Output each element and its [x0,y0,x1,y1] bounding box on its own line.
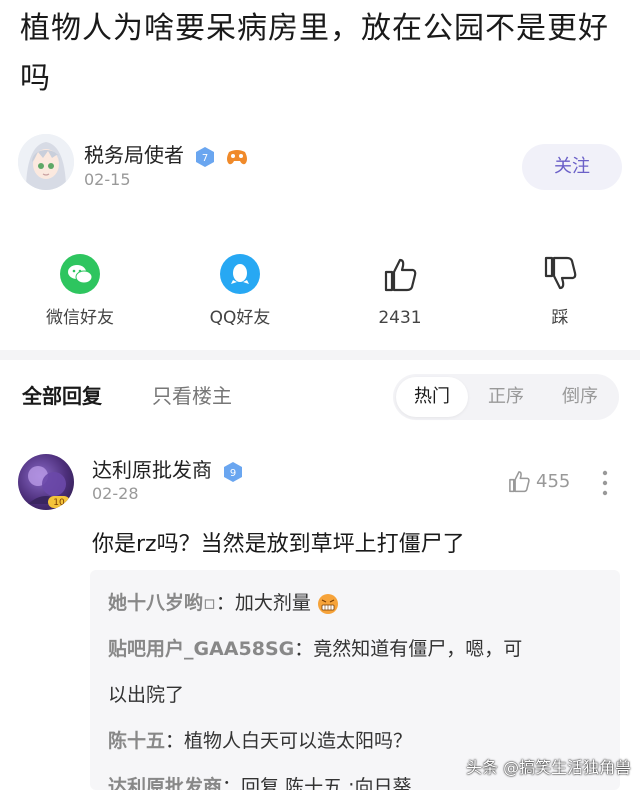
level-badge-icon: 7 [196,146,215,167]
sub-reply-text: 回复 陈十五 :向日葵 [241,776,412,790]
thumbs-up-icon [509,471,530,493]
sort-hot-option[interactable]: 热门 [396,377,468,417]
grimace-emoji-icon [317,593,338,614]
sub-reply: 她十八岁哟▫：加大剂量 [108,580,602,626]
sub-reply-text: 竟然知道有僵尸，嗯，可 [313,638,523,660]
author-avatar[interactable] [18,134,74,190]
author-bar: 税务局使者 7 02-15 关注 [18,134,622,194]
upvote-count: 2431 [378,308,422,328]
tab-owner-only[interactable]: 只看楼主 [152,380,232,409]
share-qq-label: QQ好友 [209,308,271,328]
sub-reply-user[interactable]: 她十八岁哟▫ [108,592,216,614]
comment-date: 02-28 [92,484,139,503]
tab-all-replies[interactable]: 全部回复 [22,380,102,409]
post-date: 02-15 [84,170,131,189]
share-action-bar: 微信好友 QQ好友 2431 踩 [0,248,640,328]
downvote-button[interactable]: 踩 [490,248,630,328]
sort-toggle: 热门 正序 倒序 [393,374,619,420]
sub-reply-user[interactable]: 达利原批发商 [108,776,222,790]
share-wechat-button[interactable]: 微信好友 [10,248,150,328]
commenter-name-row[interactable]: 达利原批发商 9 [92,454,244,483]
section-divider [0,350,640,360]
svg-text:10: 10 [53,498,65,508]
commenter-avatar[interactable]: 10 [18,454,74,510]
thumbs-down-icon [544,256,577,290]
sub-reply-continuation: 以出院了 [108,672,602,718]
more-options-icon[interactable] [594,466,616,500]
author-name-row[interactable]: 税务局使者 7 [84,139,249,168]
post-title: 植物人为啥要呆病房里，放在公园不是更好吗 [20,11,609,96]
share-wechat-label: 微信好友 [46,308,114,328]
game-controller-icon [226,149,247,164]
comment-text: 你是rz吗？当然是放到草坪上打僵尸了 [92,532,465,557]
comment-like-count: 455 [536,470,571,492]
commenter-name[interactable]: 达利原批发商 [92,458,212,482]
reply-filter-bar: 全部回复 只看楼主 热门 正序 倒序 [0,366,640,422]
comment-like-button[interactable]: 455 [506,468,570,498]
upvote-button[interactable]: 2431 [330,248,470,328]
sub-reply: 贴吧用户_GAA58SG：竟然知道有僵尸，嗯，可 [108,638,523,660]
watermark: 头条 @搞笑生活独角兽 [466,758,632,777]
thumbs-up-icon [384,258,417,292]
sub-reply-text: 以出院了 [108,684,185,706]
sub-reply-text: 植物人白天可以造太阳吗？ [184,730,413,752]
downvote-label: 踩 [551,308,569,328]
comment-item: 10 达利原批发商 9 02-28 455 你是rz吗？当然是放到草坪上打僵尸了… [0,446,640,790]
level-badge-icon: 9 [224,461,243,482]
author-name[interactable]: 税务局使者 [84,143,184,167]
svg-text:9: 9 [230,468,236,479]
sort-desc-option[interactable]: 倒序 [544,377,616,417]
sort-asc-option[interactable]: 正序 [470,377,542,417]
svg-text:7: 7 [202,153,208,164]
sub-reply-text: 加大剂量 [234,592,311,614]
follow-button[interactable]: 关注 [522,144,622,190]
share-qq-button[interactable]: QQ好友 [170,248,310,328]
wechat-icon [60,254,100,294]
sub-reply-user[interactable]: 陈十五 [108,730,165,752]
sub-reply-user[interactable]: 贴吧用户_GAA58SG [108,638,294,660]
qq-icon [220,254,260,294]
